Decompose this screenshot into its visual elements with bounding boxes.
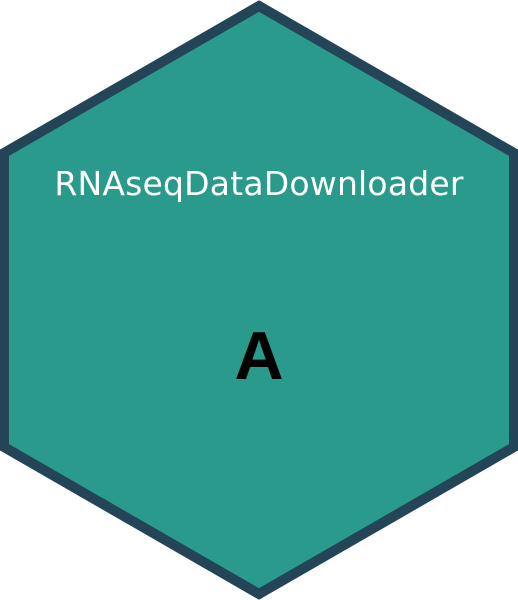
hexagon-shape bbox=[0, 0, 518, 600]
hex-sticker: RNAseqDataDownloader A bbox=[0, 0, 518, 600]
hexagon-background bbox=[0, 0, 518, 600]
package-title: RNAseqDataDownloader bbox=[54, 164, 464, 203]
badge-letter: A bbox=[234, 318, 284, 394]
